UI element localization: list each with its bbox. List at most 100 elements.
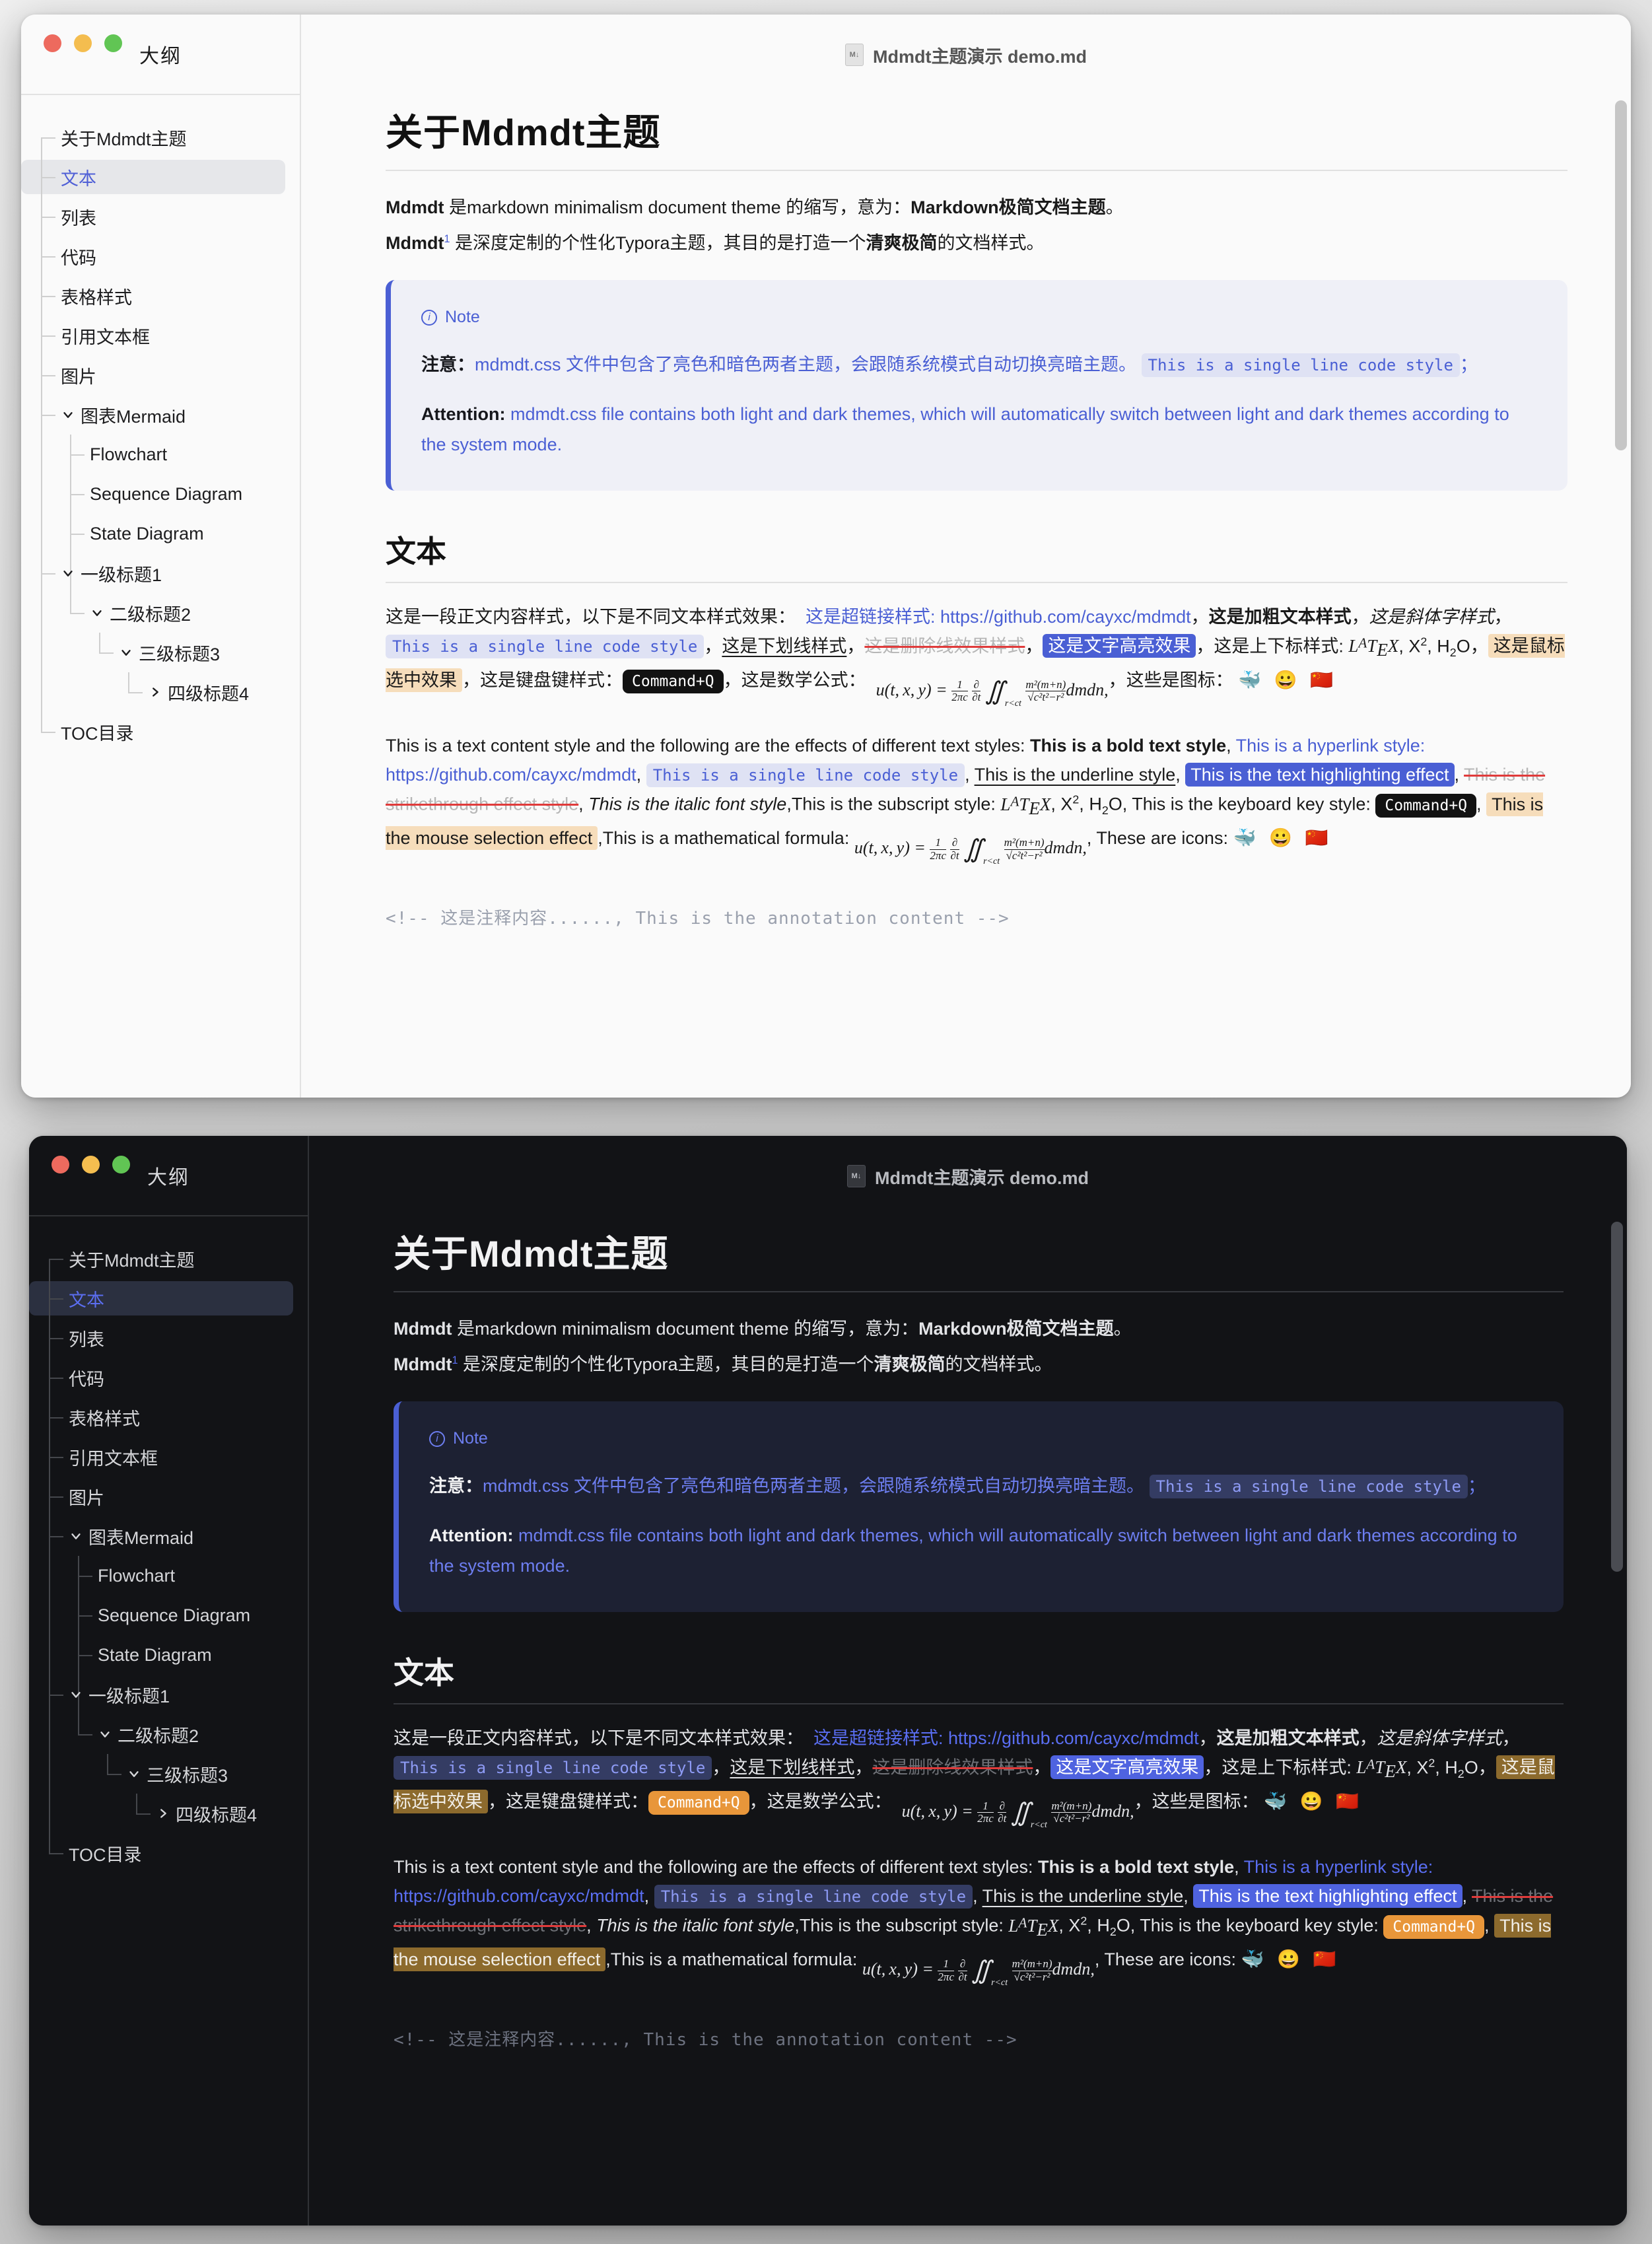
outline-item-label: 列表 [61,208,96,228]
outline-item-11[interactable]: 一级标题1 [29,1675,308,1714]
outline-item-6[interactable]: 图片 [21,355,300,395]
cn-hyperlink[interactable]: 这是超链接样式: https://github.com/cayxc/mdmdt [806,607,1191,627]
en-sup-base: X [1068,1915,1081,1936]
cn-bold: 这是加粗文本样式 [1216,1728,1359,1748]
maximize-button[interactable] [104,34,122,52]
close-button[interactable] [44,34,61,52]
minimize-button[interactable] [74,34,92,52]
html-comment-line-dark: <!-- 这是注释内容......, This is the annotatio… [394,2029,1017,2050]
chevron-right-icon[interactable] [148,685,162,699]
chevron-down-icon[interactable] [119,645,133,660]
outline-item-7[interactable]: 图表Mermaid [29,1516,308,1556]
chevron-down-icon[interactable] [90,606,104,620]
outline-item-14[interactable]: 四级标题4 [21,672,300,712]
page-title-h1: 关于Mdmdt主题 [386,103,1567,171]
chevron-down-icon[interactable] [61,407,75,422]
note-en-prefix: Attention: [421,403,506,424]
chevron-down-icon[interactable] [69,1529,83,1543]
math-formula-cn: u(t, x, y) = 1 2πc ∂ ∂t ∬r<ct m²(m+n) √c²t²… [901,1798,1134,1830]
outline-item-5[interactable]: 引用文本框 [29,1437,308,1477]
minimize-button[interactable] [82,1156,100,1174]
tree-connector-horizontal [78,1615,92,1617]
footnote-ref[interactable]: 1 [452,1354,458,1366]
en-inline-code: This is a single line code style [646,763,965,788]
en-s05: , [1175,765,1181,785]
tree-connector-horizontal [49,1259,63,1260]
outline-item-1[interactable]: 文本 [29,1279,308,1318]
outline-item-14[interactable]: 四级标题4 [29,1794,308,1833]
tree-connector-vertical [70,435,71,613]
outline-item-10[interactable]: State Diagram [29,1635,308,1675]
outline-item-8[interactable]: Flowchart [21,435,300,474]
en-s06: , [1454,765,1460,785]
en-s05: , [1183,1886,1188,1907]
cn-s12: ，这些是图标： [1134,1791,1259,1811]
en-s07: , [586,1915,592,1936]
cn-sub-base: H [1437,636,1450,656]
outline-item-12[interactable]: 二级标题2 [21,593,300,633]
cn-s09: ， [1470,636,1488,656]
tree-connector-horizontal [70,534,85,535]
traffic-lights-dark[interactable] [52,1156,130,1174]
outline-item-3[interactable]: 代码 [21,236,300,276]
en-kbd: Command+Q [1383,1914,1485,1939]
en-underline: This is the underline style [982,1886,1184,1907]
markdown-file-icon [847,1165,866,1187]
outline-item-12[interactable]: 二级标题2 [29,1714,308,1754]
tree-connector-horizontal [41,256,55,258]
outline-item-9[interactable]: Sequence Diagram [29,1595,308,1635]
outline-item-10[interactable]: State Diagram [21,514,300,553]
cn-s02: ， [1190,606,1209,627]
tree-connector-horizontal [41,335,55,337]
outline-item-4[interactable]: 表格样式 [21,276,300,316]
maximize-button[interactable] [112,1156,130,1174]
outline-item-6[interactable]: 图片 [29,1477,308,1516]
en-highlight: This is the text highlighting effect [1185,763,1455,787]
tree-connector-horizontal [49,1417,63,1419]
en-s09: , This is the keyboard key style: [1122,794,1376,814]
outline-item-11[interactable]: 一级标题1 [21,553,300,593]
chevron-down-icon[interactable] [98,1727,112,1741]
outline-item-label: 表格样式 [69,1409,140,1429]
outline-item-8[interactable]: Flowchart [29,1556,308,1595]
tree-connector-horizontal [49,1457,63,1458]
outline-tree-dark[interactable]: 关于Mdmdt主题 文本 列表 代码表格样式引用文本框 图片 图表Mermaid Flowc… [29,1216,308,2226]
outline-item-1[interactable]: 文本 [21,157,300,197]
outline-item-9[interactable]: Sequence Diagram [21,474,300,514]
tree-connector-horizontal [128,692,143,693]
outline-item-0[interactable]: 关于Mdmdt主题 [29,1239,308,1279]
note-en-text: mdmdt.css file contains both light and d… [421,403,1509,455]
outline-item-5[interactable]: 引用文本框 [21,316,300,355]
chevron-down-icon[interactable] [61,566,75,580]
intro-line-1-bold: Markdown极简文档主题 [918,1319,1114,1339]
page-title-h1-dark: 关于Mdmdt主题 [394,1224,1564,1292]
footnote-ref[interactable]: 1 [444,233,450,245]
chevron-right-icon[interactable] [156,1806,170,1821]
outline-item-0[interactable]: 关于Mdmdt主题 [21,118,300,157]
outline-item-2[interactable]: 列表 [21,197,300,236]
emoji-icons-cn: 🐳 😀 🇨🇳 [1264,1790,1363,1811]
chevron-down-icon[interactable] [127,1767,141,1781]
tree-connector-horizontal [70,454,85,456]
en-sub-base: H [1089,794,1102,814]
outline-item-4[interactable]: 表格样式 [29,1397,308,1437]
tree-connector-horizontal [49,1853,63,1854]
outline-tree-light[interactable]: 关于Mdmdt主题文本列表代码 表格样式 引用文本框 图片 图表Mermaid Flowc… [21,95,300,1098]
outline-item-2[interactable]: 列表 [29,1318,308,1358]
chevron-down-icon[interactable] [69,1687,83,1702]
intro-line-2-tail: 的文档样式。 [945,1354,1052,1374]
cn-hyperlink[interactable]: 这是超链接样式: https://github.com/cayxc/mdmdt [813,1728,1199,1748]
outline-item-15[interactable]: TOC目录 [21,712,300,752]
outline-item-7[interactable]: 图表Mermaid [21,395,300,435]
tree-connector-horizontal [41,296,55,297]
outline-item-13[interactable]: 三级标题3 [21,633,300,672]
traffic-lights-light[interactable] [44,34,122,52]
tree-connector-horizontal [41,732,55,733]
outline-item-label: 文本 [61,168,96,189]
sidebar-titlebar-dark: 大纲 [29,1136,308,1216]
outline-item-13[interactable]: 三级标题3 [29,1754,308,1794]
close-button[interactable] [52,1156,69,1174]
cn-s06: ， [846,636,865,656]
outline-item-3[interactable]: 代码 [29,1358,308,1397]
outline-item-15[interactable]: TOC目录 [29,1833,308,1873]
